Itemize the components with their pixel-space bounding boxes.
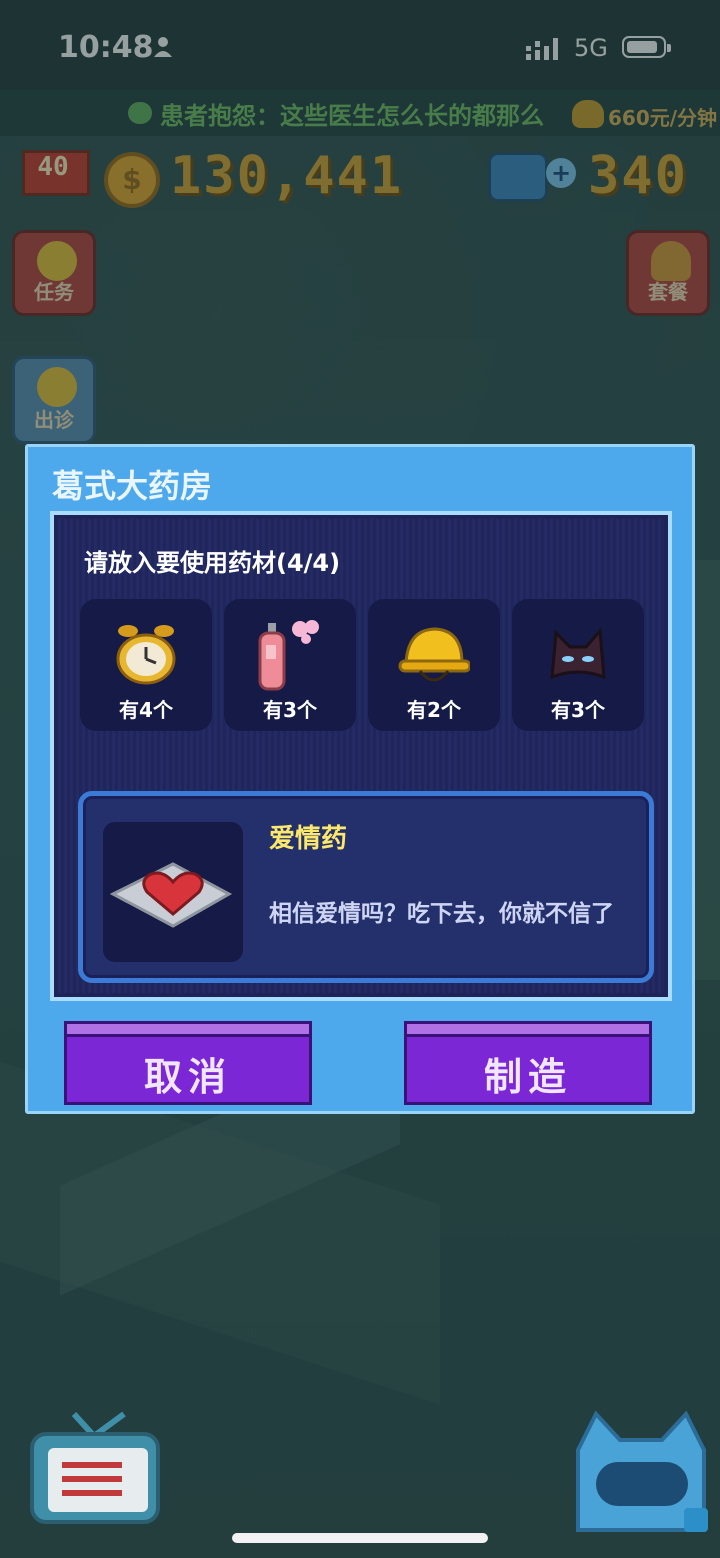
ingredient-slot[interactable]: 有3个 (224, 599, 356, 731)
heart-pill-icon (109, 862, 233, 928)
ingredient-slot[interactable]: 有4个 (80, 599, 212, 731)
crafting-panel: 请放入要使用药材(4/4) 有4个 有3个 有2个 有3个 爱情药 相信爱情吗？… (50, 511, 672, 1001)
ingredient-slot[interactable]: 有2个 (368, 599, 500, 731)
ingredient-slot[interactable]: 有3个 (512, 599, 644, 731)
tv-menu-icon[interactable] (24, 1410, 164, 1530)
hard-hat-icon (398, 627, 470, 682)
recipe-card: 爱情药 相信爱情吗？吃下去，你就不信了 (78, 791, 654, 983)
recipe-name: 爱情药 (269, 824, 348, 854)
ingredient-qty: 有3个 (551, 698, 605, 722)
ingredient-qty: 有4个 (119, 698, 173, 722)
recipe-description: 相信爱情吗？吃下去，你就不信了 (269, 901, 614, 927)
make-button[interactable]: 制造 (404, 1021, 652, 1105)
recipe-image (103, 822, 243, 962)
perfume-bottle-icon (258, 620, 319, 691)
cancel-button[interactable]: 取消 (64, 1021, 312, 1105)
home-indicator[interactable] (232, 1533, 488, 1543)
ingredient-qty: 有2个 (407, 698, 461, 722)
bat-mask-icon (550, 627, 606, 680)
cat-bag-icon[interactable] (566, 1410, 716, 1540)
ingredient-qty: 有3个 (263, 698, 317, 722)
alarm-clock-icon (116, 625, 176, 685)
cancel-label: 取消 (143, 1055, 232, 1099)
dialog-title: 葛式大药房 (52, 467, 213, 505)
make-label: 制造 (483, 1055, 572, 1099)
ingredient-slots: 有4个 有3个 有2个 有3个 (80, 599, 650, 733)
ingredient-prompt: 请放入要使用药材(4/4) (84, 549, 341, 577)
pharmacy-dialog: 葛式大药房 请放入要使用药材(4/4) 有4个 有3个 有2个 有3个 爱情药 … (25, 444, 695, 1114)
